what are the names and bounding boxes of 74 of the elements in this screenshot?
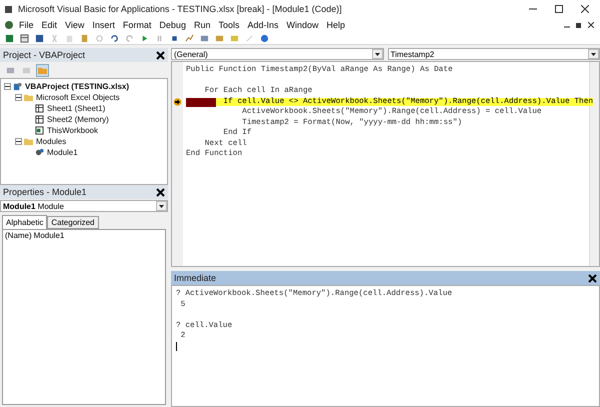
close-button[interactable] [154, 49, 166, 61]
menu-item[interactable]: Window [284, 20, 322, 30]
paste-icon [80, 34, 89, 42]
cut-icon [50, 34, 59, 42]
save-button[interactable] [34, 32, 45, 44]
menu-item[interactable]: Insert [89, 20, 118, 30]
tree-item[interactable]: Modules [35, 137, 68, 146]
dropdown-button[interactable] [156, 201, 167, 211]
help-icon [260, 34, 269, 42]
project-icon [13, 82, 22, 91]
pane-title: Immediate [174, 273, 216, 283]
grid-button[interactable] [19, 32, 30, 44]
help-button[interactable] [259, 32, 270, 44]
restore-icon [576, 22, 582, 28]
object-dropdown[interactable]: (General) [171, 48, 384, 60]
close-icon [588, 274, 596, 282]
menu-item[interactable]: View [62, 20, 88, 30]
tree-toggle[interactable] [15, 138, 22, 145]
sheet-icon [35, 104, 44, 113]
close-icon [581, 5, 589, 13]
code-editor[interactable] [171, 61, 600, 267]
tree-item[interactable]: Microsoft Excel Objects [35, 93, 121, 102]
tree-toggle[interactable] [4, 83, 11, 90]
tree-item[interactable]: Sheet1 (Sheet1) [46, 104, 106, 113]
folder-icon [38, 66, 47, 74]
pane-title: Project - VBAProject [3, 50, 86, 60]
save-icon [35, 34, 44, 42]
undo-button[interactable] [109, 32, 120, 44]
menu-item[interactable]: Help [324, 20, 348, 30]
tab[interactable]: Alphabetic [2, 215, 48, 229]
folder-icon [24, 137, 33, 146]
caret-icon [374, 52, 380, 56]
tree-item[interactable]: Sheet2 (Memory) [46, 115, 110, 124]
object-dropdown[interactable]: Module1 Module [0, 200, 168, 212]
pane-title: Properties - Module1 [3, 187, 87, 197]
execution-arrow-icon [173, 98, 182, 106]
window-title: Microsoft Visual Basic for Applications - TESTING.xlsx [break] - [Module1 (Code)] [18, 4, 343, 14]
tree-item[interactable]: VBAProject (TESTING.xlsx) [24, 82, 130, 91]
pause-icon [155, 34, 164, 42]
find-icon [95, 34, 104, 42]
sheet-icon [35, 115, 44, 124]
property-name: (Name) [5, 230, 32, 240]
close-icon [156, 50, 164, 60]
toggle-folders-button[interactable] [36, 64, 49, 76]
close-icon [588, 22, 594, 28]
menu-item[interactable]: Tools [215, 20, 242, 30]
caret-icon [158, 204, 165, 208]
folder-icon [24, 93, 33, 102]
close-button[interactable] [586, 272, 598, 284]
maximize-icon [555, 5, 563, 13]
menu-item[interactable]: Add-Ins [244, 20, 282, 30]
excel-icon [5, 34, 14, 42]
redo-icon [125, 34, 134, 42]
menu-item[interactable]: Debug [156, 20, 189, 30]
property-value[interactable]: Module1 [34, 230, 165, 240]
workbook-icon [35, 126, 44, 135]
tab[interactable]: Categorized [47, 216, 98, 229]
close-button[interactable] [154, 186, 166, 198]
menu-item[interactable]: Format [120, 20, 154, 30]
dropdown-button[interactable] [588, 49, 599, 59]
menu-item[interactable]: Run [190, 20, 214, 30]
tree-item[interactable]: ThisWorkbook [46, 126, 99, 135]
dropdown-button[interactable] [372, 49, 382, 59]
module-icon [35, 148, 44, 157]
procedure-dropdown[interactable]: Timestamp2 [388, 48, 600, 60]
caret-icon [590, 52, 597, 56]
tree-toggle[interactable] [15, 94, 22, 101]
close-icon [156, 188, 164, 196]
undo-icon [110, 34, 119, 42]
stop-icon [170, 34, 179, 42]
menu-item[interactable]: File [16, 20, 37, 30]
excel-button[interactable] [4, 32, 15, 44]
menu-item[interactable]: Edit [38, 20, 60, 30]
tree-item[interactable]: Module1 [46, 148, 79, 157]
